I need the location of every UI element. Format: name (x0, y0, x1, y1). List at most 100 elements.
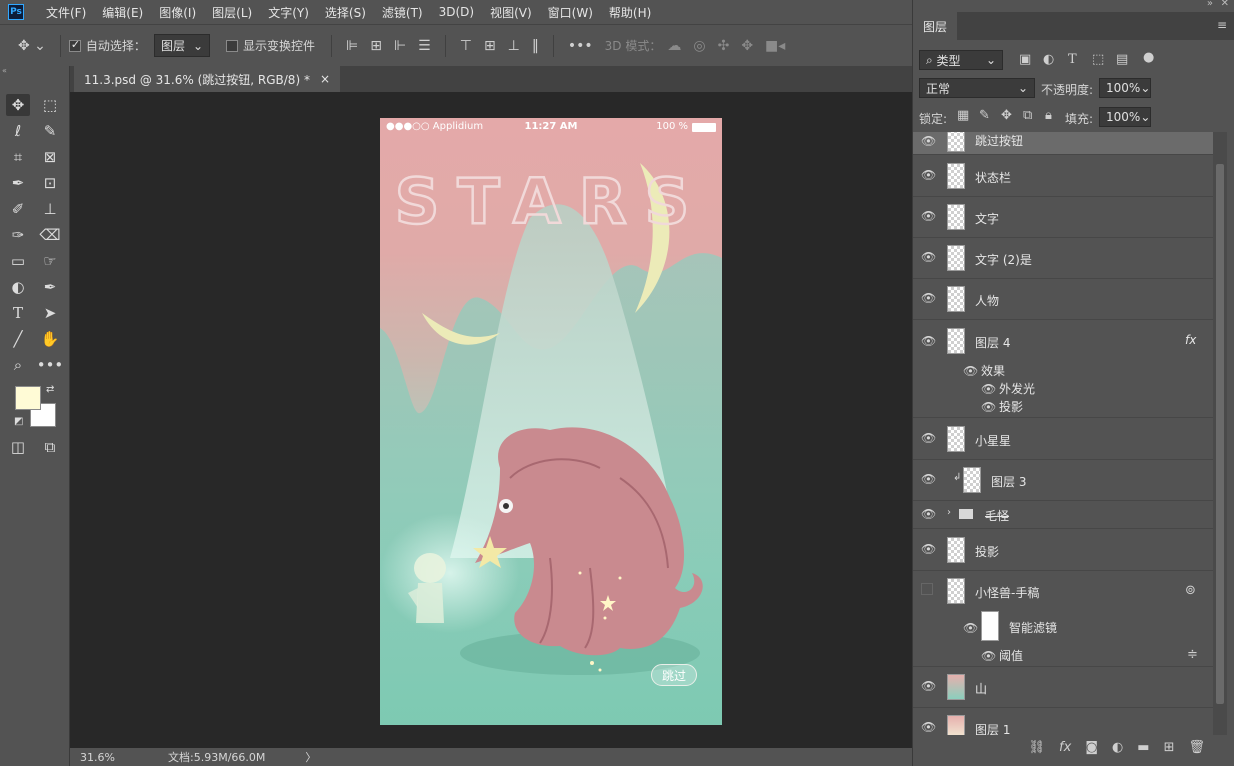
align-bottom-icon[interactable]: ⊥ (508, 38, 520, 54)
layer-row[interactable]: 👁︎ 人物 (913, 279, 1213, 320)
eye-icon[interactable]: 👁︎ (921, 720, 936, 734)
default-colors-icon[interactable]: ◩ (14, 416, 23, 427)
auto-select-target-dropdown[interactable]: 图层 ⌄ (153, 34, 211, 57)
scrollbar-thumb[interactable] (1216, 164, 1224, 704)
layer-row[interactable]: 👁︎ 跳过按钮 (913, 132, 1213, 155)
menu-help[interactable]: 帮助(H) (601, 4, 659, 21)
history-brush-tool-icon[interactable]: ✑ (6, 224, 30, 246)
line-tool-icon[interactable]: ╱ (6, 328, 30, 350)
3d-roll-icon[interactable]: ◎ (693, 38, 705, 54)
distribute-icon[interactable]: ☰ (418, 38, 431, 54)
collapse-tools-icon[interactable]: « (2, 66, 68, 75)
filter-options-icon[interactable]: ≑ (1187, 647, 1198, 662)
zoom-tool-icon[interactable]: ⌕ (6, 354, 30, 376)
menu-select[interactable]: 选择(S) (317, 4, 374, 21)
layer-row[interactable]: 👁︎ 图层 1 (913, 708, 1213, 735)
quick-select-tool-icon[interactable]: ✎ (38, 120, 62, 142)
delete-layer-icon[interactable]: 🗑︎ (1188, 740, 1205, 755)
tab-layers[interactable]: 图层 (913, 12, 957, 40)
status-menu-arrow[interactable]: 〉 (305, 749, 316, 765)
layer-row[interactable]: 👁︎ ↲ 图层 3 (913, 460, 1213, 501)
lock-all-icon[interactable]: 🔒︎ (1045, 108, 1052, 123)
layer-row[interactable]: 👁︎ 文字 (2)是 (913, 238, 1213, 279)
opacity-field[interactable]: 100% ⌄ (1099, 78, 1151, 98)
lock-position-icon[interactable]: ✥ (1001, 108, 1012, 123)
move-tool-preset-icon[interactable]: ✥ ⌄ (18, 38, 46, 54)
new-group-icon[interactable]: ▬ (1137, 740, 1149, 755)
eye-icon[interactable]: 👁︎ (921, 334, 936, 348)
chevron-right-icon[interactable]: › (947, 507, 951, 518)
foreground-color-swatch[interactable] (15, 386, 41, 410)
eye-icon[interactable]: 👁︎ (921, 134, 936, 148)
crop-tool-icon[interactable]: ⌗ (6, 146, 30, 168)
3d-pan-icon[interactable]: ✣ (718, 38, 730, 54)
collapse-panel-icon[interactable]: » (1207, 0, 1213, 9)
eye-icon[interactable]: 👁︎ (921, 431, 936, 445)
eye-icon[interactable]: 👁︎ (981, 400, 996, 414)
layer-row[interactable]: 小怪兽-手稿 ⊚ 👁︎ 智能滤镜 👁︎ 阈值 ≑ (913, 571, 1213, 667)
path-select-tool-icon[interactable]: ➤ (38, 302, 62, 324)
show-transform-checkbox[interactable] (226, 39, 239, 52)
lock-artboard-icon[interactable]: ⧉ (1023, 108, 1032, 123)
align-left-icon[interactable]: ⊫ (346, 38, 358, 54)
menu-3d[interactable]: 3D(D) (431, 5, 482, 19)
skip-button[interactable]: 跳过 (651, 664, 697, 686)
hand-tool-icon[interactable]: ✋ (38, 328, 62, 350)
eye-icon[interactable]: 👁︎ (981, 649, 996, 663)
zoom-level[interactable]: 31.6% (80, 751, 140, 764)
document-tab[interactable]: 11.3.psd @ 31.6% (跳过按钮, RGB/8) * × (74, 66, 341, 92)
layer-row[interactable]: 👁︎ 图层 4 fx 👁︎ 效果 👁︎ 外发光 👁︎ 投影 (913, 320, 1213, 418)
layer-filter-dropdown[interactable]: ⌕ 类型 ⌄ (919, 50, 1003, 70)
adjustment-layer-icon[interactable]: ◐ (1112, 740, 1123, 755)
spot-heal-tool-icon[interactable]: ⊡ (38, 172, 62, 194)
type-tool-icon[interactable]: T (6, 302, 30, 324)
filter-adjustment-icon[interactable]: ◐ (1043, 52, 1054, 67)
gradient-tool-icon[interactable]: ▭ (6, 250, 30, 272)
eye-icon[interactable]: 👁︎ (921, 209, 936, 223)
blend-mode-dropdown[interactable]: 正常 ⌄ (919, 78, 1035, 98)
eyedropper-tool-icon[interactable]: ✒ (6, 172, 30, 194)
eye-icon[interactable]: 👁︎ (963, 621, 978, 635)
filter-smart-object-icon[interactable]: ▤ (1116, 52, 1128, 67)
eye-icon[interactable]: 👁︎ (963, 364, 978, 378)
add-mask-icon[interactable]: ◙ (1085, 740, 1098, 755)
eye-icon[interactable]: 👁︎ (921, 168, 936, 182)
add-style-icon[interactable]: fx (1059, 740, 1071, 755)
frame-tool-icon[interactable]: ⊠ (38, 146, 62, 168)
layer-row[interactable]: 👁︎ 投影 (913, 530, 1213, 571)
align-center-icon[interactable]: ⊞ (370, 38, 382, 54)
3d-slide-icon[interactable]: ✥ (741, 38, 753, 54)
filter-shape-icon[interactable]: ⬚ (1092, 52, 1104, 67)
layer-row[interactable]: 👁︎ 小星星 (913, 419, 1213, 460)
eye-icon[interactable]: 👁︎ (921, 507, 936, 521)
layer-group-row[interactable]: 👁︎ › 毛怪 (913, 501, 1213, 529)
swap-colors-icon[interactable]: ⇄ (46, 384, 54, 395)
lasso-tool-icon[interactable]: ℓ (6, 120, 30, 142)
align-right-icon[interactable]: ⊩ (394, 38, 406, 54)
menu-layer[interactable]: 图层(L) (204, 4, 260, 21)
close-icon[interactable]: × (320, 72, 330, 86)
artwork-canvas[interactable]: STARS ●●●○○ Applidium 11:27 AM 100 % 跳过 (380, 118, 722, 725)
eye-icon[interactable]: 👁︎ (921, 291, 936, 305)
eraser-tool-icon[interactable]: ⌫ (38, 224, 62, 246)
move-tool-icon[interactable]: ✥ (6, 94, 30, 116)
align-middle-icon[interactable]: ⊞ (484, 38, 496, 54)
filter-toggle-icon[interactable]: ● (1143, 50, 1154, 65)
menu-edit[interactable]: 编辑(E) (94, 4, 151, 21)
menu-image[interactable]: 图像(I) (151, 4, 204, 21)
eye-icon[interactable]: 👁︎ (921, 472, 936, 486)
dodge-tool-icon[interactable]: ◐ (6, 276, 30, 298)
menu-file[interactable]: 文件(F) (38, 4, 94, 21)
panel-menu-icon[interactable]: ≡ (1217, 18, 1227, 32)
stamp-tool-icon[interactable]: ⊥ (38, 198, 62, 220)
layer-row[interactable]: 👁︎ 状态栏 (913, 156, 1213, 197)
distribute-vertical-icon[interactable]: ‖ (532, 38, 539, 54)
layer-row[interactable]: 👁︎ 山 (913, 667, 1213, 708)
eye-icon[interactable]: 👁︎ (981, 382, 996, 396)
auto-select-checkbox[interactable] (68, 38, 81, 52)
smudge-tool-icon[interactable]: ☞ (38, 250, 62, 272)
menu-type[interactable]: 文字(Y) (260, 4, 317, 21)
filter-type-icon[interactable]: T (1068, 52, 1077, 67)
pen-tool-icon[interactable]: ✒ (38, 276, 62, 298)
eye-icon[interactable]: 👁︎ (921, 542, 936, 556)
